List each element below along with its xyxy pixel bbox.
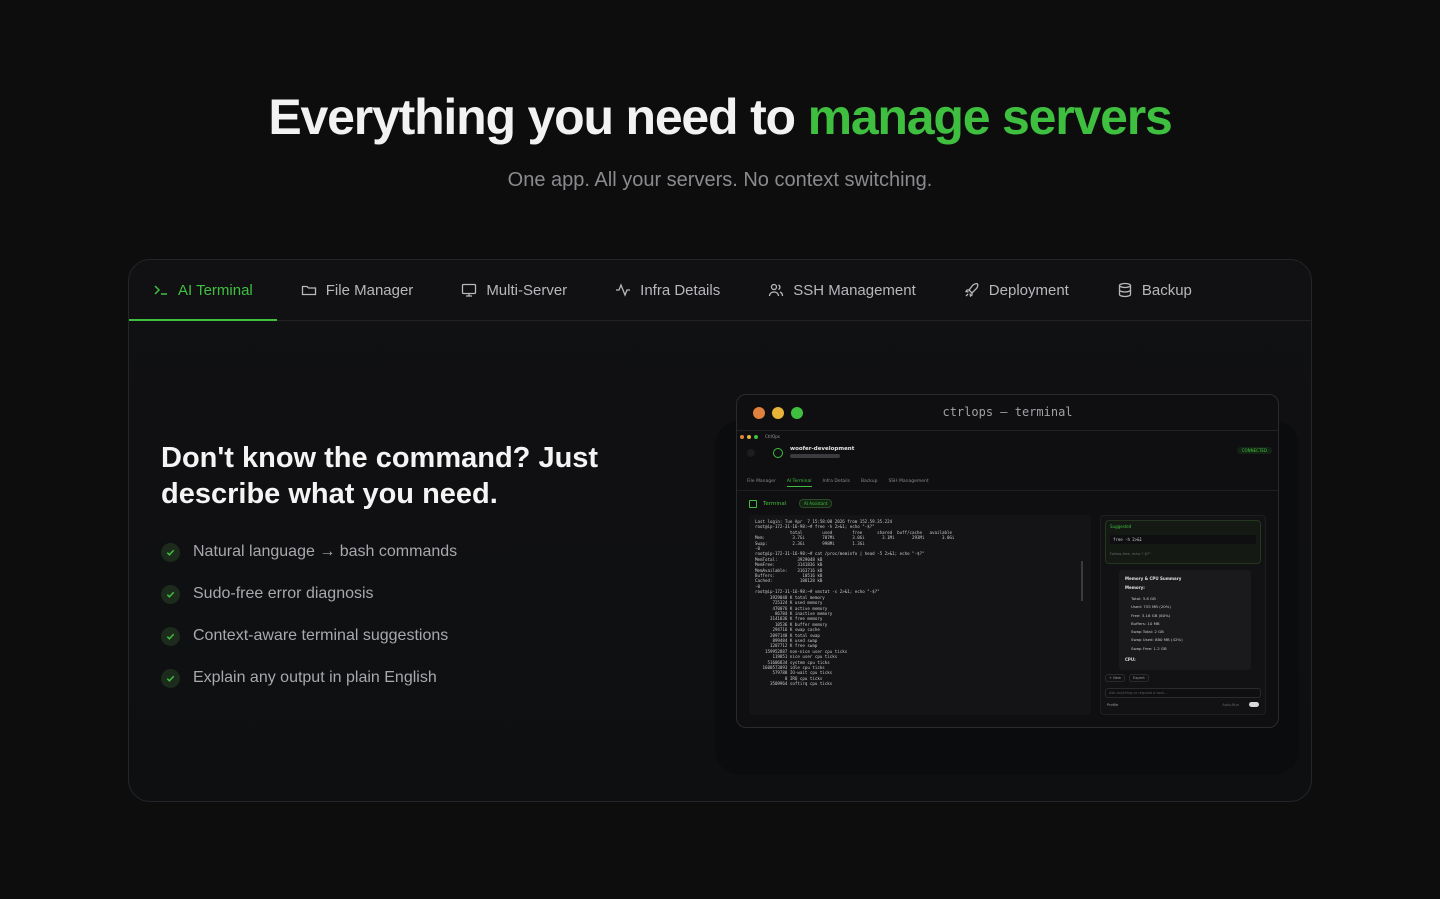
- inner-tab[interactable]: Infra Details: [823, 479, 850, 487]
- auto-run-label: Auto-Run: [1222, 703, 1239, 707]
- memory-stats: Total: 3.8 GB Used: 755 MB (20%) Free: 3.1…: [1131, 595, 1183, 653]
- check-icon: [161, 626, 180, 646]
- scrollbar[interactable]: [1081, 561, 1083, 601]
- server-host-redacted: [790, 454, 840, 458]
- terminal-line: 3509964 softirq cpu ticks: [755, 681, 833, 687]
- ai-panel: Suggested free -h 2>&1 Follow-free, echo…: [1100, 515, 1266, 715]
- rocket-icon: [964, 283, 979, 298]
- monitor-icon: [462, 283, 477, 297]
- cpu-label: CPU:: [1125, 657, 1136, 662]
- memory-stat: Swap Used: 880 MB (42%): [1131, 637, 1183, 643]
- hero-title-prefix: Everything you need to: [268, 89, 808, 145]
- window-titlebar: ctrlops — terminal: [737, 395, 1278, 431]
- database-icon: [1118, 282, 1131, 298]
- expert-button[interactable]: Expert: [1129, 674, 1149, 682]
- tab-multi-server[interactable]: Multi-Server: [437, 260, 591, 320]
- memory-stat: Used: 755 MB (20%): [1131, 604, 1171, 610]
- check-icon: [161, 542, 180, 562]
- feature-tabs: AI Terminal File Manager Multi-Server In…: [129, 260, 1311, 321]
- hero-title: Everything you need to manage servers: [0, 88, 1440, 146]
- tab-backup[interactable]: Backup: [1093, 260, 1216, 320]
- terminal-label: Terminal: [763, 501, 787, 507]
- ai-input-placeholder: Ask anything or request a task...: [1109, 691, 1168, 695]
- tab-ai-terminal[interactable]: AI Terminal: [129, 260, 277, 321]
- tab-label: Deployment: [988, 281, 1069, 299]
- list-item: Sudo-free error diagnosis: [161, 573, 457, 615]
- ai-input[interactable]: Ask anything or request a task...: [1105, 688, 1261, 698]
- tab-label: Infra Details: [640, 281, 721, 299]
- inner-tab[interactable]: Backup: [861, 479, 878, 487]
- feature-card: AI Terminal File Manager Multi-Server In…: [128, 259, 1312, 802]
- list-item: Natural language → bash commands: [161, 531, 457, 573]
- memory-stat: Swap Free: 1.2 GB: [1131, 645, 1167, 651]
- feature-text: Context-aware terminal suggestions: [193, 627, 449, 644]
- list-item: Context-aware terminal suggestions: [161, 615, 457, 657]
- divider: [737, 490, 1278, 491]
- feature-text: Sudo-free error diagnosis: [193, 585, 374, 602]
- terminal-window: ctrlops — terminal CtrlOps woofer-develo…: [736, 394, 1279, 728]
- suggestion-note: Follow-free, echo "-$?": [1110, 552, 1151, 556]
- hero-subtitle: One app. All your servers. No context sw…: [507, 169, 933, 191]
- memory-stat: Free: 3.16 GB (80%): [1131, 612, 1171, 618]
- list-item: Explain any output in plain English: [161, 657, 457, 699]
- suggestion-command: free -h 2>&1: [1110, 535, 1256, 544]
- mini-dot: [754, 434, 758, 439]
- summary-title: Memory & CPU Summary: [1125, 576, 1182, 581]
- window-title: ctrlops — terminal: [942, 405, 1073, 419]
- server-name: woofer-development: [790, 446, 855, 452]
- panel-actions: + New Expert: [1105, 674, 1149, 682]
- suggestion-title: Suggested: [1110, 524, 1132, 529]
- tab-label: SSH Management: [793, 281, 916, 299]
- memory-stat: Buffers: 10 MB: [1131, 620, 1160, 626]
- terminal-icon: [749, 500, 757, 508]
- feature-text: Natural language → bash commands: [193, 543, 458, 560]
- memory-stat: Total: 3.8 GB: [1131, 596, 1156, 601]
- refresh-icon[interactable]: [773, 448, 783, 458]
- tab-file-manager[interactable]: File Manager: [277, 260, 438, 320]
- app-screenshot: CtrlOps woofer-development CONNECTED Fil…: [737, 431, 1278, 727]
- app-name: CtrlOps: [765, 434, 780, 439]
- tab-label: Backup: [1141, 281, 1192, 299]
- tab-deployment[interactable]: Deployment: [940, 260, 1093, 320]
- terminal-text: Last login: Tue Apr 7 15:58:08 2026 from…: [755, 519, 1085, 687]
- terminal-icon: [154, 285, 167, 295]
- memory-stat: Swap Total: 2 GB: [1131, 629, 1164, 635]
- folder-icon: [301, 285, 316, 296]
- terminal-output[interactable]: Last login: Tue Apr 7 15:58:08 2026 from…: [749, 515, 1091, 715]
- feature-list: Natural language → bash commands Sudo-fr…: [161, 531, 457, 699]
- users-icon: [769, 283, 784, 297]
- inner-tab[interactable]: SSH Management: [888, 479, 928, 487]
- mini-dot: [740, 434, 744, 439]
- tab-infra-details[interactable]: Infra Details: [591, 260, 744, 320]
- suggestion-card[interactable]: Suggested free -h 2>&1 Follow-free, echo…: [1105, 520, 1261, 564]
- back-button[interactable]: [747, 449, 755, 457]
- tab-label: Multi-Server: [486, 281, 568, 299]
- ai-badge[interactable]: AI Assistant: [799, 499, 833, 508]
- inner-tab[interactable]: File Manager: [747, 479, 776, 487]
- profile-select[interactable]: Profile: [1107, 703, 1118, 707]
- auto-run-toggle[interactable]: [1249, 702, 1259, 707]
- status-badge: CONNECTED: [1236, 447, 1272, 454]
- hero-title-accent: manage servers: [807, 89, 1173, 145]
- feature-text: Explain any output in plain English: [193, 669, 437, 686]
- activity-icon: [616, 283, 631, 297]
- inner-tabs: File Manager AI Terminal Infra Details B…: [747, 479, 929, 487]
- tab-label: AI Terminal: [178, 281, 253, 299]
- tab-ssh-management[interactable]: SSH Management: [744, 260, 940, 320]
- memory-label: Memory:: [1125, 585, 1145, 590]
- check-icon: [161, 584, 180, 604]
- check-icon: [161, 668, 180, 688]
- tab-label: File Manager: [325, 281, 414, 299]
- summary-card: Memory & CPU Summary Memory: Total: 3.8 …: [1119, 570, 1251, 670]
- feature-heading: Don't know the command? Just describe wh…: [161, 442, 599, 510]
- inner-tab-active[interactable]: AI Terminal: [786, 479, 812, 487]
- mini-titlebar: CtrlOps: [740, 434, 780, 439]
- new-chat-button[interactable]: + New: [1105, 674, 1125, 682]
- mini-dot: [747, 434, 751, 439]
